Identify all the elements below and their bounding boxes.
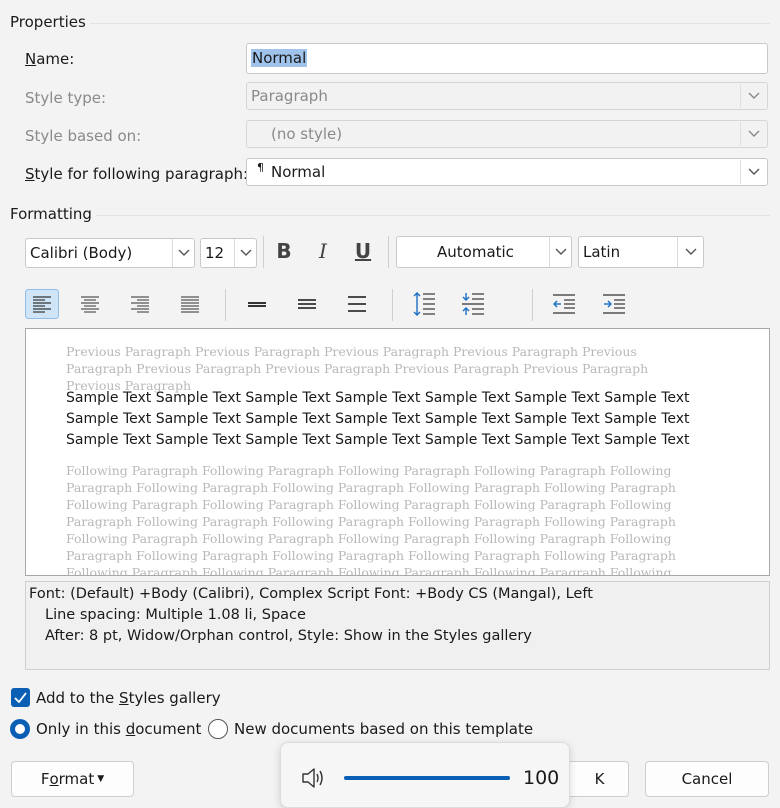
align-left-button[interactable] [25,289,59,319]
chevron-down-icon [172,239,194,267]
preview-sample-text: Sample Text Sample Text Sample Text Samp… [66,390,690,448]
properties-divider [90,23,770,24]
increase-spacing-icon [413,292,435,316]
name-input-value: Normal [251,49,308,67]
font-size-select[interactable]: 12 [200,238,257,268]
radio-dot-icon [15,724,25,734]
toolbar-separator [225,289,226,321]
volume-level: 100 [523,767,560,789]
paragraph-mark-icon: ¶ [257,161,264,174]
bold-button[interactable]: B [267,236,301,266]
formatting-divider [96,215,770,216]
toolbar-separator [532,289,533,321]
based-on-select[interactable]: (no style) [246,120,768,148]
decrease-indent-button[interactable] [547,289,581,319]
single-spacing-icon [248,302,266,307]
based-on-value: (no style) [271,125,343,143]
italic-button[interactable]: I [306,236,340,266]
one-half-spacing-button[interactable] [290,289,324,319]
checkmark-icon [14,692,27,703]
align-center-button[interactable] [73,289,107,319]
align-right-button[interactable] [123,289,157,319]
script-select[interactable]: Latin [578,236,704,268]
align-center-icon [81,296,99,313]
cancel-button[interactable]: Cancel [645,761,769,797]
one-half-spacing-icon [298,299,316,309]
description-line-2: Line spacing: Multiple 1.08 li, Space [45,607,306,623]
following-style-value: Normal [271,163,326,181]
decrease-indent-icon [553,294,575,314]
decrease-spacing-icon [462,293,484,315]
following-style-label: Style for following paragraph: [25,165,249,183]
double-spacing-button[interactable] [340,289,374,319]
chevron-down-icon [740,160,766,184]
formatting-heading: Formatting [10,205,92,223]
justify-button[interactable] [173,289,207,319]
name-label: Name: [25,50,75,68]
style-type-select[interactable]: Paragraph [246,82,768,110]
style-description: Font: (Default) +Body (Calibri), Complex… [25,581,770,670]
add-to-gallery-label: Add to the Styles gallery [36,689,221,707]
chevron-down-icon [740,122,766,146]
chevron-down-icon [740,84,766,108]
chevron-down-icon [234,239,256,267]
font-select[interactable]: Calibri (Body) [25,238,195,268]
preview-previous-paragraph: Previous Paragraph Previous Paragraph Pr… [66,344,649,393]
font-size-value: 12 [205,244,225,262]
description-line-1: Font: (Default) +Body (Calibri), Complex… [29,586,593,602]
font-color-value: Automatic [437,243,514,261]
only-this-document-radio[interactable] [10,719,30,739]
based-on-label: Style based on: [25,127,142,145]
volume-slider-fill [344,776,510,780]
dropdown-arrow-icon: ▼ [97,774,105,784]
chevron-down-icon [677,237,703,267]
style-type-value: Paragraph [251,87,328,105]
preview-following-paragraph: Following Paragraph Following Paragraph … [66,463,676,576]
justify-icon [181,296,199,313]
description-line-3: After: 8 pt, Widow/Orphan control, Style… [45,628,532,644]
toolbar-separator [388,236,389,268]
volume-flyout: 100 [280,742,570,808]
double-spacing-icon [348,296,366,312]
name-input[interactable]: Normal [246,43,768,74]
decrease-spacing-button[interactable] [456,289,490,319]
only-this-document-label: Only in this document [36,720,202,738]
font-color-select[interactable]: Automatic [396,236,572,268]
volume-slider[interactable] [344,776,510,780]
align-left-icon [33,296,51,313]
new-documents-radio[interactable] [208,719,228,739]
align-right-icon [131,296,149,313]
properties-heading: Properties [10,13,86,31]
single-spacing-button[interactable] [240,289,274,319]
increase-indent-button[interactable] [597,289,631,319]
increase-spacing-button[interactable] [407,289,441,319]
following-style-select[interactable]: ¶ Normal [246,158,768,186]
new-documents-label: New documents based on this template [234,720,534,738]
add-to-gallery-checkbox[interactable] [11,688,30,707]
script-value: Latin [583,243,621,261]
underline-button[interactable]: U [346,236,380,266]
chevron-down-icon [549,237,571,267]
format-button[interactable]: Fo rmat ▼ [11,761,134,797]
increase-indent-icon [603,294,625,314]
style-type-label: Style type: [25,89,107,107]
toolbar-separator [263,236,264,268]
font-value: Calibri (Body) [30,244,133,262]
style-preview: Previous Paragraph Previous Paragraph Pr… [25,328,770,576]
speaker-icon[interactable] [301,767,327,789]
toolbar-separator [392,289,393,321]
